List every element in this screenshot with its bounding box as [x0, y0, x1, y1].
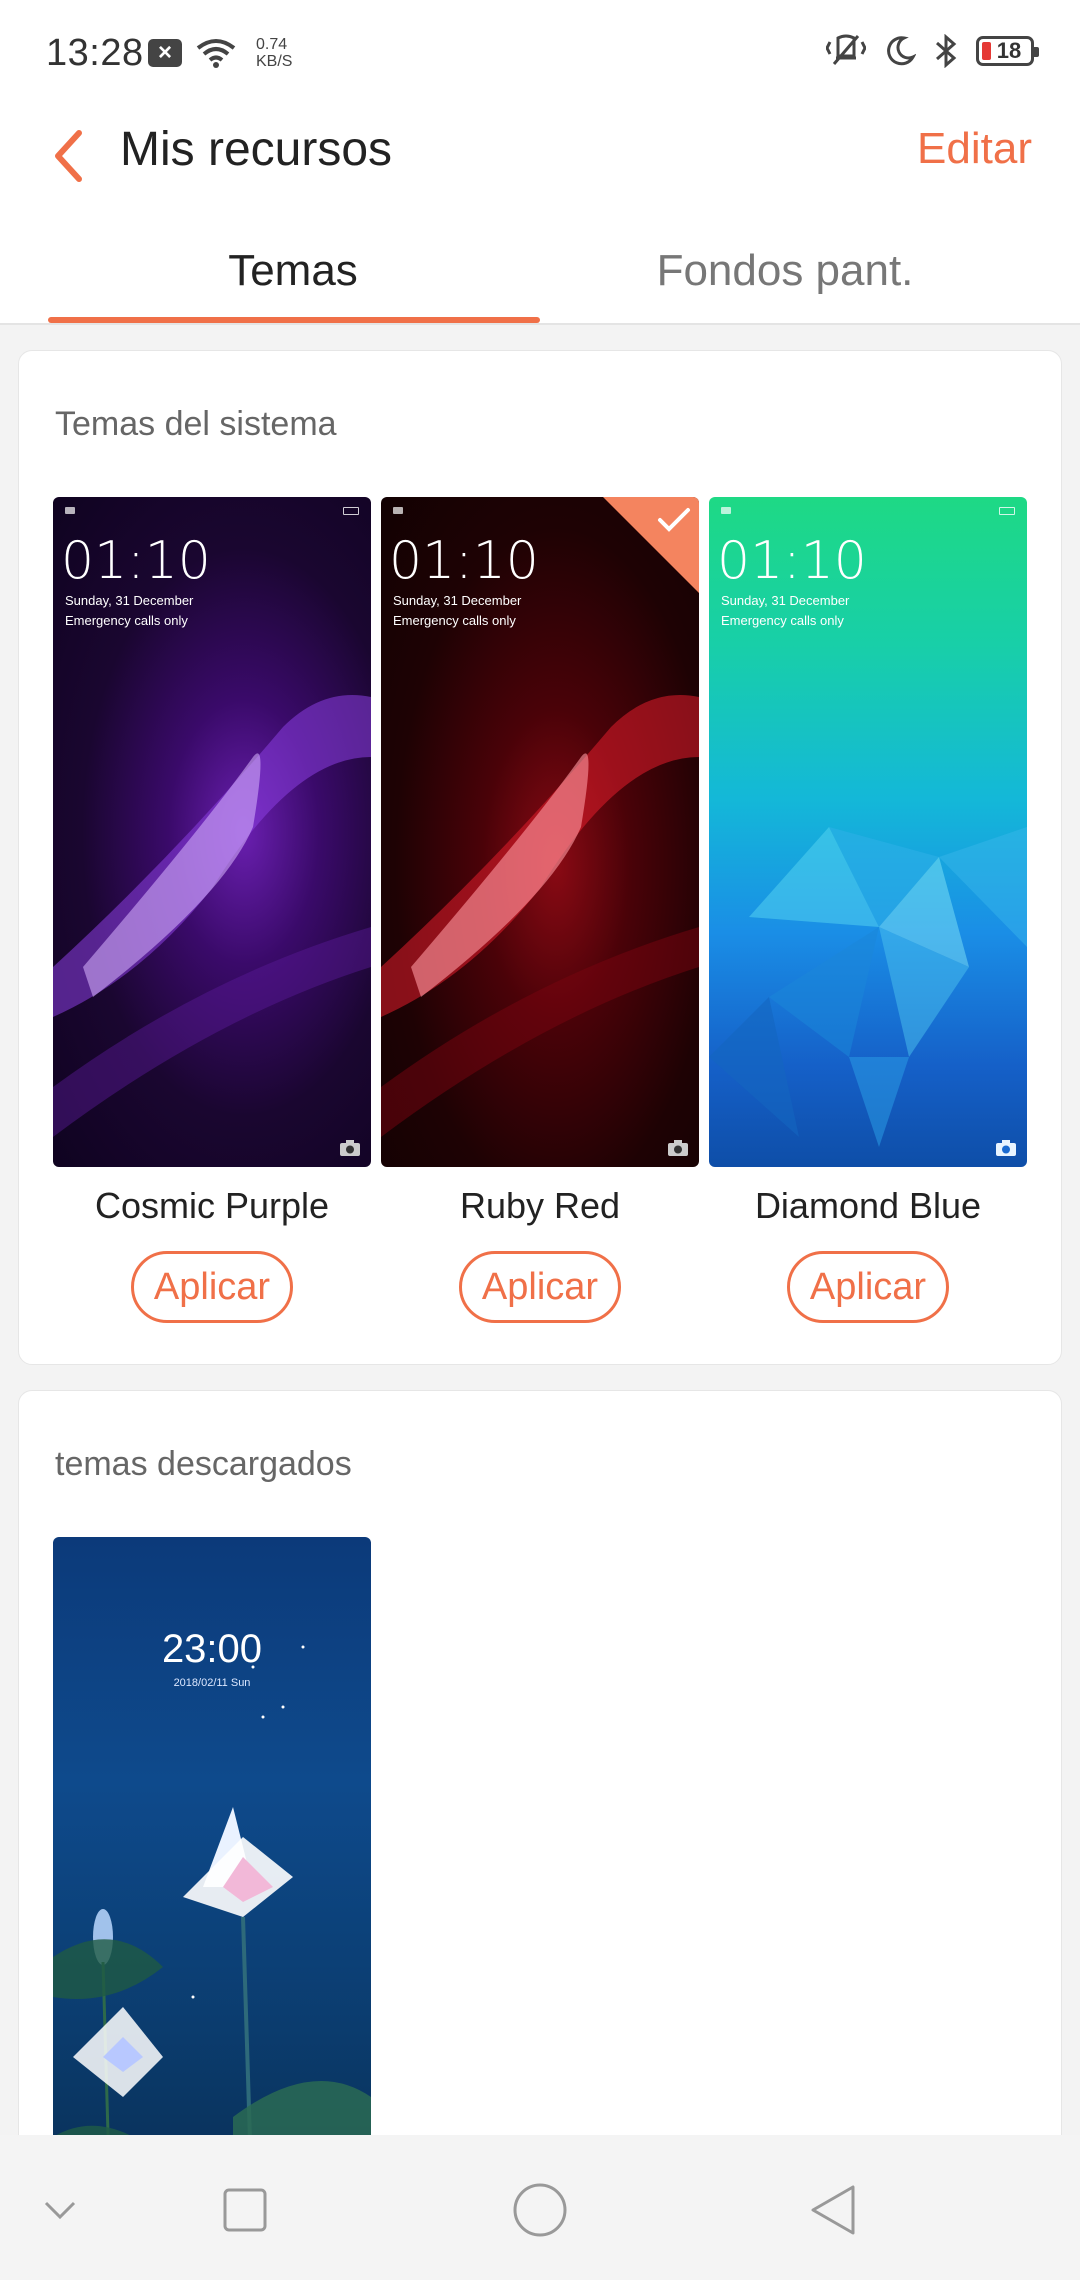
apply-button-ruby-red[interactable]: Aplicar	[459, 1251, 621, 1323]
system-themes-heading: Temas del sistema	[55, 405, 337, 443]
battery-icon: 18	[976, 36, 1039, 66]
recents-button[interactable]	[210, 2175, 280, 2245]
chevron-down-icon	[44, 2201, 76, 2220]
downloaded-theme-thumbnail[interactable]: 23:00 2018/02/11 Sun	[53, 1537, 371, 2237]
network-speed: 0.74 KB/S	[256, 36, 293, 70]
notification-x-icon: ×	[148, 39, 182, 67]
downloaded-themes-heading: temas descargados	[55, 1445, 352, 1483]
camera-icon	[340, 1140, 360, 1156]
page-title: Mis recursos	[120, 123, 393, 176]
hide-nav-button[interactable]	[25, 2175, 95, 2245]
navigation-bar	[0, 2135, 1080, 2280]
bluetooth-icon	[936, 34, 957, 68]
home-button[interactable]	[505, 2175, 575, 2245]
theme-name: Cosmic Purple	[94, 1185, 330, 1226]
theme-item-ruby-red: 01:10 Sunday, 31 December Emergency call…	[381, 497, 699, 1323]
square-icon	[223, 2188, 267, 2232]
tab-bar: Temas Fondos pant.	[0, 220, 1080, 325]
active-tab-indicator	[48, 317, 540, 323]
header: Mis recursos Editar	[0, 100, 1080, 220]
chevron-left-icon	[55, 130, 82, 182]
checkmark-icon	[658, 508, 690, 532]
theme-item-cosmic-purple: 01:10 Sunday, 31 December Emergency call…	[53, 497, 371, 1323]
edit-button[interactable]: Editar	[917, 124, 1032, 174]
back-nav-button[interactable]	[798, 2175, 868, 2245]
back-button[interactable]	[38, 126, 98, 186]
circle-icon	[513, 2183, 567, 2237]
theme-thumbnail-diamond-blue[interactable]: 01:10 Sunday, 31 December Emergency call…	[709, 497, 1027, 1167]
theme-thumbnail-cosmic-purple[interactable]: 01:10 Sunday, 31 December Emergency call…	[53, 497, 371, 1167]
theme-name: Diamond Blue	[754, 1185, 982, 1226]
theme-item-diamond-blue: 01:10 Sunday, 31 December Emergency call…	[709, 497, 1027, 1323]
camera-icon	[996, 1140, 1016, 1156]
system-themes-card: Temas del sistema 01:10 Sunday, 31 Decem…	[18, 350, 1062, 1365]
wifi-icon	[196, 39, 236, 68]
my-resources-screen: 13:28 × 0.74 KB/S 18 Mis recursos Editar…	[0, 0, 1080, 2280]
camera-icon	[668, 1140, 688, 1156]
apply-button-diamond-blue[interactable]: Aplicar	[787, 1251, 949, 1323]
tab-wallpapers[interactable]: Fondos pant.	[540, 246, 1030, 296]
tab-themes[interactable]: Temas	[48, 246, 538, 296]
triangle-back-icon	[811, 2185, 855, 2235]
theme-thumbnail-ruby-red[interactable]: 01:10 Sunday, 31 December Emergency call…	[381, 497, 699, 1167]
battery-level: 18	[996, 38, 1022, 63]
moon-icon	[887, 36, 916, 66]
status-bar: 13:28 × 0.74 KB/S 18	[0, 0, 1080, 100]
vibrate-icon	[826, 34, 866, 65]
theme-name: Ruby Red	[459, 1185, 621, 1226]
apply-button-cosmic-purple[interactable]: Aplicar	[131, 1251, 293, 1323]
status-time: 13:28	[46, 32, 144, 74]
